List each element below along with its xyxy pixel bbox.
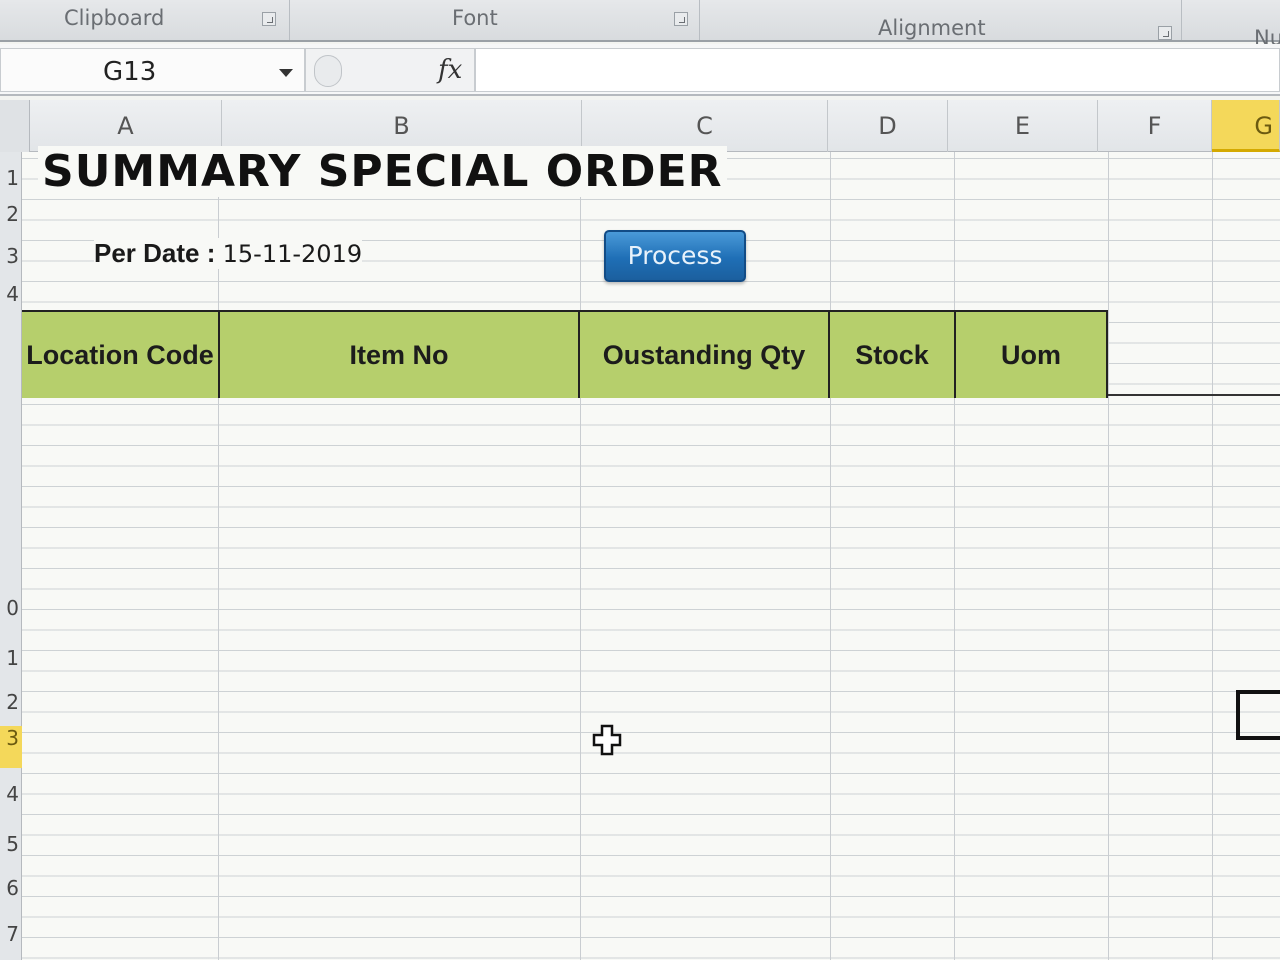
row-header[interactable]: 3: [0, 244, 22, 268]
column-divider: [954, 152, 955, 960]
table-bottom-border: [1108, 394, 1280, 396]
ribbon-label-clipboard: Clipboard: [64, 6, 165, 30]
resize-grip-icon[interactable]: [314, 55, 342, 87]
header-stock[interactable]: Stock: [830, 312, 956, 398]
select-all-corner[interactable]: [0, 100, 30, 152]
insert-function-icon[interactable]: fx: [438, 55, 462, 85]
name-box-value: G13: [103, 57, 157, 87]
ribbon-label-alignment: Alignment: [878, 16, 986, 40]
column-header-e[interactable]: E: [948, 100, 1098, 152]
row-header[interactable]: 6: [0, 876, 22, 900]
ribbon-group-font: Font: [290, 0, 700, 40]
row-header-selected[interactable]: 3: [0, 726, 22, 768]
ribbon-group-clipboard: Clipboard: [0, 0, 290, 40]
header-outstanding-qty[interactable]: Oustanding Qty: [580, 312, 830, 398]
row-header[interactable]: 7: [0, 922, 22, 946]
formula-input[interactable]: [475, 48, 1280, 92]
ribbon-label-font: Font: [452, 6, 498, 30]
row-header[interactable]: 0: [0, 596, 22, 620]
column-header-d[interactable]: D: [828, 100, 948, 152]
column-divider: [830, 152, 831, 960]
column-divider: [218, 152, 219, 960]
sheet-title: SUMMARY SPECIAL ORDER: [38, 146, 727, 197]
per-date-label: Per Date :: [94, 238, 216, 268]
alignment-launcher-icon[interactable]: [1158, 26, 1172, 40]
row-header[interactable]: 1: [0, 166, 22, 190]
column-header-a[interactable]: A: [30, 100, 222, 152]
clipboard-launcher-icon[interactable]: [262, 12, 276, 26]
header-uom[interactable]: Uom: [956, 312, 1108, 398]
column-header-c[interactable]: C: [582, 100, 828, 152]
ribbon: Clipboard Font Alignment Nu: [0, 0, 1280, 50]
row-headers: 1 2 3 4 0 1 2 3 4 5 6 7: [0, 152, 22, 960]
chevron-down-icon[interactable]: [279, 69, 293, 77]
row-header[interactable]: 4: [0, 782, 22, 806]
column-headers: A B C D E F G: [0, 100, 1280, 152]
header-item-no[interactable]: Item No: [220, 312, 580, 398]
column-divider: [1212, 152, 1213, 960]
row-header[interactable]: 4: [0, 282, 22, 306]
per-date: Per Date : 15-11-2019: [94, 238, 363, 269]
ribbon-group-number: Nu: [1182, 0, 1280, 50]
cell-select-cursor-icon: [592, 724, 622, 756]
column-header-b[interactable]: B: [222, 100, 582, 152]
font-launcher-icon[interactable]: [674, 12, 688, 26]
formula-controls: fx: [305, 48, 475, 92]
column-header-f[interactable]: F: [1098, 100, 1212, 152]
column-divider: [580, 152, 581, 960]
ribbon-group-alignment: Alignment: [700, 0, 1182, 40]
formula-bar: G13 fx: [0, 44, 1280, 96]
active-cell-g13[interactable]: [1236, 690, 1280, 740]
per-date-value[interactable]: 15-11-2019: [223, 240, 362, 268]
column-divider: [1108, 152, 1109, 960]
row-header[interactable]: 1: [0, 646, 22, 670]
name-box[interactable]: G13: [0, 48, 305, 92]
header-location-code[interactable]: Location Code: [22, 312, 220, 398]
column-header-g[interactable]: G: [1212, 100, 1280, 152]
row-header[interactable]: 5: [0, 832, 22, 856]
process-button[interactable]: Process: [604, 230, 746, 282]
row-header[interactable]: 2: [0, 202, 22, 226]
row-header[interactable]: 2: [0, 690, 22, 714]
order-table-header: Location Code Item No Oustanding Qty Sto…: [22, 310, 1108, 398]
